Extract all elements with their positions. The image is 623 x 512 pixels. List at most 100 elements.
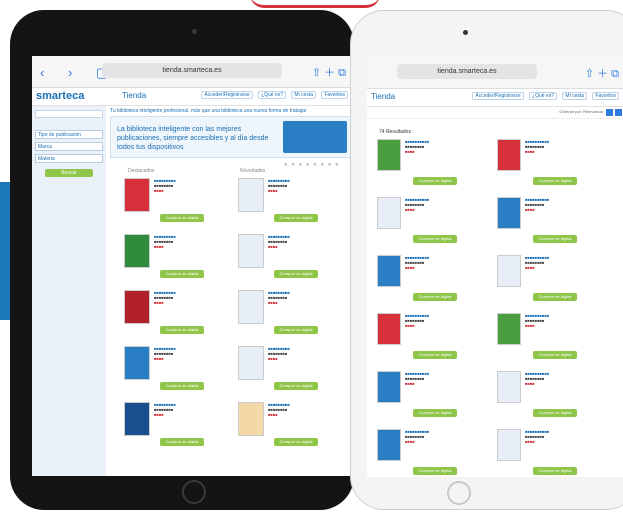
buy-button[interactable]: Comprar en digital [160,438,204,446]
search-button[interactable]: Buscar [45,169,93,177]
smarteca-logo[interactable]: smarteca [36,90,84,102]
book-cover[interactable] [124,290,150,324]
share-icon[interactable]: ⇧ ＋ ⧉ [585,65,619,81]
site-header: Tienda Acceder/Registrarse ¿Qué es? Mi c… [367,89,623,107]
list-item: ■■■■■■■■■■ ■■■■■■■■ ■■■■ Comprar en digital [497,195,609,249]
header-links: Acceder/Registrarse ¿Qué es? Mi cesta Fa… [197,91,348,99]
header-links: Acceder/Registrarse ¿Qué es? Mi cesta Fa… [468,92,619,100]
login-link[interactable]: Acceder/Registrarse [201,91,253,99]
sort-select[interactable]: Ordenar por: Relevancia [559,109,603,114]
home-button[interactable] [447,481,471,505]
book-cover[interactable] [497,197,521,229]
new-list: ■■■■■■■■■ ■■■■■■■■ ■■■■ Comprar en digital … [238,176,348,456]
buy-button[interactable]: Comprar en digital [274,270,318,278]
buy-button[interactable]: Comprar en digital [413,235,457,243]
book-info: ■■■■■■■■■■ ■■■■■■■■ ■■■■ [525,371,550,386]
share-icon[interactable]: ⇧ ＋ ⧉ [312,64,346,80]
list-item: ■■■■■■■■■■ ■■■■■■■■ ■■■■ Comprar en digital [377,253,489,307]
book-info: ■■■■■■■■■ ■■■■■■■■ ■■■■ [268,402,290,417]
buy-button[interactable]: Comprar en digital [413,293,457,301]
buy-button[interactable]: Comprar en digital [160,382,204,390]
list-item: ■■■■■■■■■■ ■■■■■■■■ ■■■■ Comprar en digital [377,427,489,477]
login-link[interactable]: Acceder/Registrarse [472,92,524,100]
buy-button[interactable]: Comprar en digital [160,270,204,278]
book-cover[interactable] [238,402,264,436]
book-info: ■■■■■■■■■ ■■■■■■■■ ■■■■ [154,346,176,361]
favorites-link[interactable]: Favoritos [321,91,348,99]
list-item: ■■■■■■■■■ ■■■■■■■■ ■■■■ Comprar en digital [124,176,228,230]
book-cover[interactable] [497,139,521,171]
list-item: ■■■■■■■■■■ ■■■■■■■■ ■■■■ Comprar en digital [377,137,489,191]
address-bar[interactable]: tienda.smarteca.es [397,64,537,79]
about-link[interactable]: ¿Qué es? [258,91,287,99]
featured-heading: Destacados [128,168,155,174]
book-info: ■■■■■■■■■ ■■■■■■■■ ■■■■ [268,290,290,305]
filter-brand[interactable]: Marca [35,142,103,151]
book-info: ■■■■■■■■■ ■■■■■■■■ ■■■■ [268,346,290,361]
book-cover[interactable] [497,429,521,461]
book-cover[interactable] [497,255,521,287]
book-cover[interactable] [124,178,150,212]
list-item: ■■■■■■■■■ ■■■■■■■■ ■■■■ Comprar en digital [124,232,228,286]
book-cover[interactable] [377,197,401,229]
book-info: ■■■■■■■■■■ ■■■■■■■■ ■■■■ [525,197,550,212]
buy-button[interactable]: Comprar en digital [533,351,577,359]
buy-button[interactable]: Comprar en digital [533,177,577,185]
banner-text: La biblioteca inteligente con las mejore… [117,126,269,151]
book-cover[interactable] [238,234,264,268]
about-link[interactable]: ¿Qué es? [529,92,558,100]
buy-button[interactable]: Comprar en digital [533,293,577,301]
address-bar[interactable]: tienda.smarteca.es [102,63,282,78]
book-cover[interactable] [124,234,150,268]
buy-button[interactable]: Comprar en digital [274,326,318,334]
book-info: ■■■■■■■■■■ ■■■■■■■■ ■■■■ [405,429,430,444]
book-cover[interactable] [238,346,264,380]
favorites-link[interactable]: Favoritos [592,92,619,100]
book-info: ■■■■■■■■■■ ■■■■■■■■ ■■■■ [525,139,550,154]
cart-link[interactable]: Mi cesta [291,91,317,99]
book-info: ■■■■■■■■■ ■■■■■■■■ ■■■■ [154,234,176,249]
grid-view-icon[interactable] [606,109,613,116]
buy-button[interactable]: Comprar en digital [413,467,457,475]
book-cover[interactable] [124,402,150,436]
list-view-icon[interactable] [615,109,622,116]
book-cover[interactable] [238,290,264,324]
book-cover[interactable] [377,313,401,345]
list-item: ■■■■■■■■■■ ■■■■■■■■ ■■■■ Comprar en digital [497,311,609,365]
buy-button[interactable]: Comprar en digital [274,214,318,222]
list-item: ■■■■■■■■■ ■■■■■■■■ ■■■■ Comprar en digital [124,400,228,454]
list-item: ■■■■■■■■■■ ■■■■■■■■ ■■■■ Comprar en digital [377,369,489,423]
ipad-white: tienda.smarteca.es ⇧ ＋ ⧉ Tienda Acceder/… [350,10,623,510]
buy-button[interactable]: Comprar en digital [413,409,457,417]
book-cover[interactable] [238,178,264,212]
book-cover[interactable] [497,313,521,345]
carousel-dots[interactable]: ● ● ● ● ● ● ● ● [284,162,340,168]
buy-button[interactable]: Comprar en digital [274,382,318,390]
buy-button[interactable]: Comprar en digital [533,235,577,243]
new-heading: Novedades [240,168,266,174]
book-cover[interactable] [377,371,401,403]
buy-button[interactable]: Comprar en digital [533,409,577,417]
book-cover[interactable] [377,429,401,461]
book-info: ■■■■■■■■■■ ■■■■■■■■ ■■■■ [405,313,430,328]
list-item: ■■■■■■■■■ ■■■■■■■■ ■■■■ Comprar en digital [238,288,348,342]
book-cover[interactable] [377,139,401,171]
buy-button[interactable]: Comprar en digital [533,467,577,475]
buy-button[interactable]: Comprar en digital [413,351,457,359]
buy-button[interactable]: Comprar en digital [413,177,457,185]
ipad-black: ‹ › ▢ tienda.smarteca.es ⇧ ＋ ⧉ smarteca … [10,10,354,510]
home-button[interactable] [182,480,206,504]
promo-banner[interactable]: La biblioteca inteligente con las mejore… [110,116,352,158]
buy-button[interactable]: Comprar en digital [274,438,318,446]
sidebar-search-input[interactable] [35,110,103,118]
filter-subject[interactable]: Materia [35,154,103,163]
buy-button[interactable]: Comprar en digital [160,214,204,222]
book-info: ■■■■■■■■■ ■■■■■■■■ ■■■■ [154,290,176,305]
cart-link[interactable]: Mi cesta [562,92,588,100]
filter-type[interactable]: Tipo de publicación [35,130,103,139]
book-cover[interactable] [124,346,150,380]
buy-button[interactable]: Comprar en digital [160,326,204,334]
book-cover[interactable] [497,371,521,403]
book-info: ■■■■■■■■■■ ■■■■■■■■ ■■■■ [405,255,430,270]
book-cover[interactable] [377,255,401,287]
